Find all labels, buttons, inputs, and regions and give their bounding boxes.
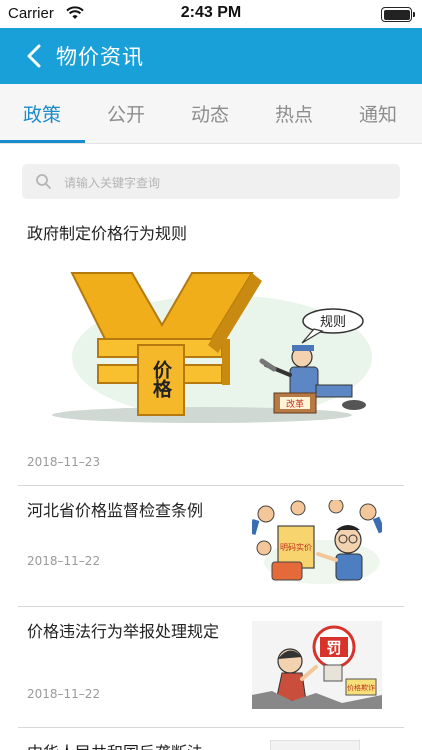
news-date: 2018–11–22 [27,687,101,701]
price-image-text: 价格 [150,360,172,399]
navigation-bar: 物价资讯 [0,28,422,84]
news-thumbnail [270,740,360,750]
note-image-text: 价格欺诈 [347,683,375,692]
news-date: 2018–11–22 [27,554,101,568]
featured-article-image: 价格 规则 改革 [52,272,372,423]
page-title: 物价资讯 [56,45,144,69]
list-item[interactable]: 中华人民共和国反垄断法 [0,728,422,750]
tab-public[interactable]: 公开 [84,100,168,127]
rules-bubble-text: 规则 [320,315,346,330]
category-tabs: 政策 公开 动态 热点 通知 [0,84,422,144]
search-input[interactable]: 请输入关键字查询 [22,164,400,199]
status-bar: Carrier 2:43 PM [0,0,422,28]
list-item[interactable]: 河北省价格监督检查条例 2018–11–22 明码实价 [0,486,422,606]
chevron-left-icon [27,44,41,68]
featured-article[interactable]: 政府制定价格行为规则 价格 规则 改革 2018–11–23 [0,205,422,485]
news-title: 中华人民共和国反垄断法 [27,740,227,750]
news-title: 价格违法行为举报处理规定 [27,622,220,641]
tab-policy[interactable]: 政策 [0,100,84,127]
reform-box-text: 改革 [286,398,304,410]
sign-image-text: 明码实价 [280,542,312,552]
status-time: 2:43 PM [180,4,242,21]
search-icon [36,174,51,189]
tab-news[interactable]: 动态 [168,100,252,127]
featured-article-date: 2018–11–23 [27,455,101,469]
news-thumbnail: 明码实价 [252,500,382,588]
news-thumbnail: 罚 价格欺诈 [252,621,382,709]
tab-hot[interactable]: 热点 [252,100,336,127]
active-tab-indicator [0,140,85,143]
back-button[interactable] [20,40,50,72]
stamp-image-text: 罚 [326,639,341,657]
news-title: 河北省价格监督检查条例 [27,501,204,520]
search-placeholder: 请输入关键字查询 [64,176,161,190]
tab-notice[interactable]: 通知 [336,100,420,127]
featured-article-title: 政府制定价格行为规则 [27,224,188,243]
list-item[interactable]: 价格违法行为举报处理规定 2018–11–22 罚 价格欺诈 [0,607,422,727]
battery-icon [381,7,415,22]
